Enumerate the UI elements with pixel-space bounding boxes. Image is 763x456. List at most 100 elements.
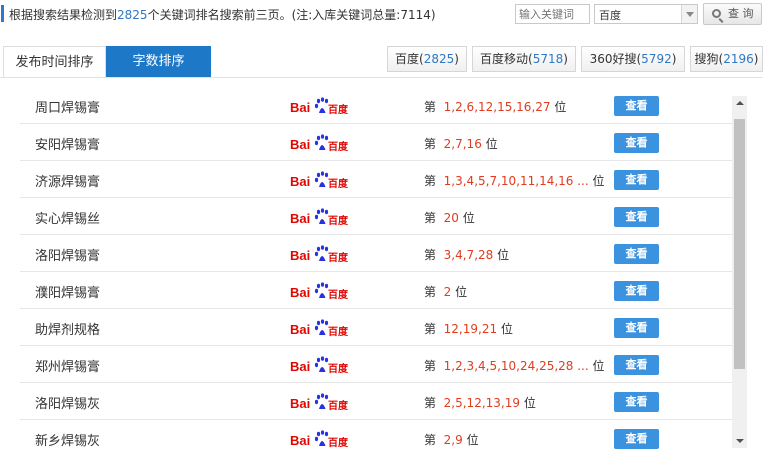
summary-suffix: 个关键词排名搜索前三页。(注:入库关键词总量:7114) [147, 8, 436, 22]
rank-suffix: 位 [497, 248, 510, 262]
accent-bar [1, 5, 4, 22]
rank-info: 第 3,4,7,28 位 [424, 246, 509, 263]
view-button[interactable]: 查看 [614, 96, 659, 116]
baidu-logo: Bai 百度 [290, 97, 349, 116]
engine-name: 百度移动( [480, 52, 533, 66]
rank-info: 第 12,19,21 位 [424, 320, 513, 337]
view-button[interactable]: 查看 [614, 318, 659, 338]
baidu-logo-suffix: 百度 [328, 399, 349, 412]
chevron-down-icon[interactable] [681, 5, 697, 23]
keyword-text: 济源焊锡膏 [35, 175, 101, 190]
keyword-row: 助焊剂规格 Bai 百度 第 12,19,21 位 查看 [20, 309, 732, 346]
rank-info: 第 2,7,16 位 [424, 135, 498, 152]
rank-suffix: 位 [554, 100, 567, 114]
baidu-logo-suffix: 百度 [328, 214, 349, 227]
keyword-search-input[interactable] [515, 4, 590, 24]
keyword-row: 洛阳焊锡灰 Bai 百度 第 2,5,12,13,19 位 查看 [20, 383, 732, 420]
view-button[interactable]: 查看 [614, 170, 659, 190]
rank-info: 第 20 位 [424, 209, 475, 226]
engine-count: 5792 [641, 52, 672, 66]
tab-bar: 发布时间排序 字数排序 百度(2825) 百度移动(5718) 360好搜(57… [0, 44, 763, 78]
baidu-logo-suffix: 百度 [328, 436, 349, 449]
baidu-logo-suffix: 百度 [328, 362, 349, 375]
rank-positions: 1,3,4,5,7,10,11,14,16 ... [443, 174, 589, 188]
keyword-text: 洛阳焊锡膏 [35, 249, 101, 264]
rank-positions: 2,7,16 [443, 137, 482, 151]
baidu-logo-text: Bai [290, 322, 310, 337]
tab-publish-time[interactable]: 发布时间排序 [3, 46, 106, 77]
keyword-text: 安阳焊锡膏 [35, 138, 101, 153]
keyword-row: 济源焊锡膏 Bai 百度 第 1,3,4,5,7,10,11,14,16 ...… [20, 161, 732, 198]
keyword-row: 濮阳焊锡膏 Bai 百度 第 2 位 查看 [20, 272, 732, 309]
baidu-paw-icon [314, 319, 329, 335]
view-button[interactable]: 查看 [614, 355, 659, 375]
baidu-paw-icon [314, 282, 329, 298]
keyword-list: 周口焊锡膏 Bai 百度 第 1,2,6,12,15,16,27 位 查看 安阳… [20, 87, 732, 456]
view-button[interactable]: 查看 [614, 244, 659, 264]
view-button[interactable]: 查看 [614, 133, 659, 153]
rank-suffix: 位 [485, 137, 498, 151]
vertical-scrollbar[interactable] [732, 96, 747, 448]
scroll-down-arrow-icon[interactable] [732, 433, 747, 448]
rank-positions: 2,5,12,13,19 [443, 396, 520, 410]
baidu-logo-suffix: 百度 [328, 251, 349, 264]
engine-tab-baidu[interactable]: 百度(2825) [387, 46, 467, 72]
baidu-logo-text: Bai [290, 211, 310, 226]
view-button[interactable]: 查看 [614, 207, 659, 227]
rank-prefix: 第 [424, 100, 437, 114]
scrollbar-thumb[interactable] [734, 119, 745, 369]
rank-info: 第 1,2,3,4,5,10,24,25,28 ... 位 [424, 357, 605, 374]
keyword-row: 实心焊锡丝 Bai 百度 第 20 位 查看 [20, 198, 732, 235]
rank-prefix: 第 [424, 285, 437, 299]
rank-positions: 2 [443, 285, 452, 299]
engine-name: 360好搜( [589, 52, 642, 66]
rank-positions: 12,19,21 [443, 322, 498, 336]
keyword-text: 周口焊锡膏 [35, 101, 101, 116]
keyword-row: 郑州焊锡膏 Bai 百度 第 1,2,3,4,5,10,24,25,28 ...… [20, 346, 732, 383]
rank-info: 第 1,2,6,12,15,16,27 位 [424, 98, 566, 115]
rank-prefix: 第 [424, 322, 437, 336]
baidu-logo: Bai 百度 [290, 171, 349, 190]
scroll-up-arrow-icon[interactable] [732, 96, 747, 111]
rank-suffix: 位 [500, 322, 513, 336]
top-bar: 根据搜索结果检测到2825个关键词排名搜索前三页。(注:入库关键词总量:7114… [0, 0, 763, 30]
view-button[interactable]: 查看 [614, 429, 659, 449]
search-icon [712, 9, 721, 18]
baidu-logo-suffix: 百度 [328, 177, 349, 190]
rank-prefix: 第 [424, 248, 437, 262]
keyword-text: 洛阳焊锡灰 [35, 397, 101, 412]
baidu-logo: Bai 百度 [290, 282, 349, 301]
keyword-row: 周口焊锡膏 Bai 百度 第 1,2,6,12,15,16,27 位 查看 [20, 87, 732, 124]
engine-close: ) [753, 52, 759, 66]
engine-close: ) [454, 52, 459, 66]
baidu-logo: Bai 百度 [290, 319, 349, 338]
query-button[interactable]: 查 询 [703, 3, 762, 25]
baidu-paw-icon [314, 171, 329, 187]
baidu-logo-text: Bai [290, 137, 310, 152]
summary-prefix: 根据搜索结果检测到 [9, 8, 118, 22]
rank-prefix: 第 [424, 396, 437, 410]
rank-suffix: 位 [462, 211, 475, 225]
rank-info: 第 2 位 [424, 283, 467, 300]
rank-positions: 1,2,3,4,5,10,24,25,28 ... [443, 359, 589, 373]
view-button[interactable]: 查看 [614, 281, 659, 301]
engine-select[interactable]: 百度 [594, 4, 698, 24]
view-button[interactable]: 查看 [614, 392, 659, 412]
baidu-paw-icon [314, 356, 329, 372]
rank-info: 第 2,5,12,13,19 位 [424, 394, 536, 411]
engine-tab-360[interactable]: 360好搜(5792) [581, 46, 685, 72]
query-button-label: 查 询 [728, 7, 754, 20]
keyword-text: 助焊剂规格 [35, 323, 101, 338]
rank-positions: 2,9 [443, 433, 463, 447]
engine-select-value: 百度 [599, 9, 621, 22]
rank-suffix: 位 [523, 396, 536, 410]
baidu-paw-icon [314, 430, 329, 446]
keyword-row: 洛阳焊锡膏 Bai 百度 第 3,4,7,28 位 查看 [20, 235, 732, 272]
engine-tab-sogou[interactable]: 搜狗(2196) [690, 46, 763, 72]
rank-suffix: 位 [455, 285, 468, 299]
tab-word-count[interactable]: 字数排序 [106, 46, 211, 77]
baidu-logo-suffix: 百度 [328, 288, 349, 301]
baidu-logo: Bai 百度 [290, 208, 349, 227]
engine-tab-baidu-mobile[interactable]: 百度移动(5718) [472, 46, 576, 72]
baidu-logo: Bai 百度 [290, 393, 349, 412]
